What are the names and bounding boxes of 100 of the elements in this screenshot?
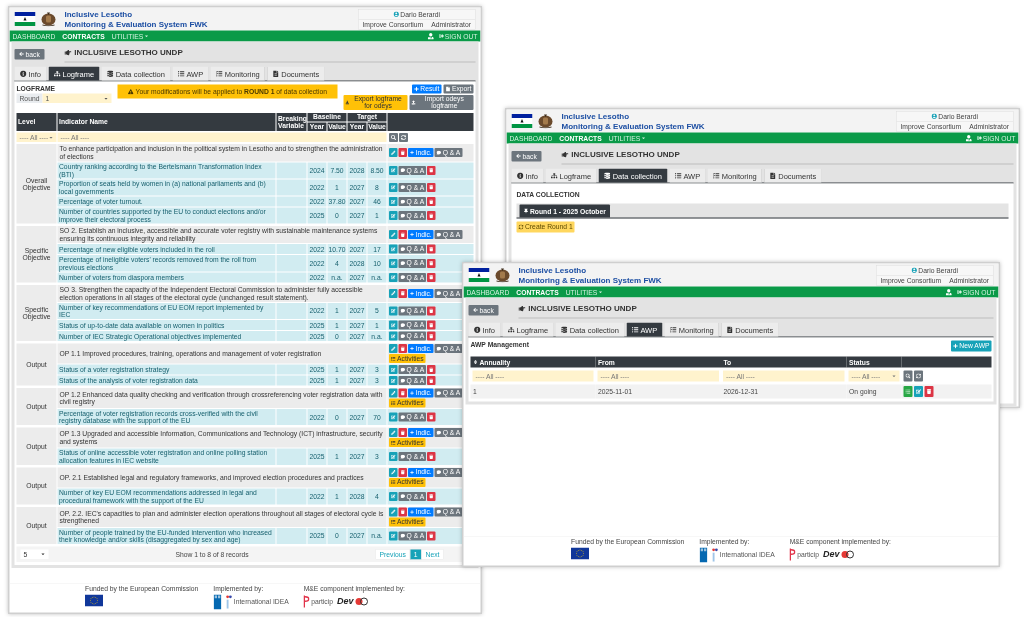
delete-button[interactable] bbox=[427, 272, 436, 282]
comment-icon bbox=[400, 185, 405, 190]
delete-button[interactable] bbox=[427, 165, 436, 175]
pin-icon bbox=[523, 208, 529, 214]
warning-icon bbox=[128, 88, 134, 95]
caret-icon bbox=[891, 373, 897, 379]
table-cell bbox=[276, 448, 307, 465]
app-title: Inclusive Lesotho bbox=[64, 9, 134, 19]
edit-button[interactable] bbox=[389, 165, 398, 175]
edit-icon bbox=[391, 213, 396, 218]
arrow-left-icon bbox=[516, 153, 521, 159]
delete-button[interactable] bbox=[427, 258, 436, 268]
caret-icon bbox=[103, 95, 109, 101]
comment-icon bbox=[436, 150, 442, 155]
delete-button[interactable] bbox=[398, 467, 407, 477]
logo-text: Dev bbox=[336, 596, 354, 607]
delete-button[interactable] bbox=[427, 244, 436, 254]
delete-button[interactable] bbox=[427, 331, 436, 341]
edit-button[interactable] bbox=[389, 507, 398, 517]
delete-button[interactable] bbox=[427, 182, 436, 192]
edit-button[interactable] bbox=[389, 452, 398, 462]
edit-icon bbox=[391, 454, 396, 459]
table-cell bbox=[276, 207, 307, 224]
delete-button[interactable] bbox=[427, 452, 436, 462]
trash-icon bbox=[400, 430, 405, 435]
edit-button[interactable] bbox=[389, 272, 398, 282]
delete-button[interactable] bbox=[427, 320, 436, 330]
flag-icon bbox=[468, 268, 490, 282]
reset-button[interactable] bbox=[914, 370, 923, 382]
app-title: Inclusive Lesotho bbox=[561, 111, 631, 121]
edit-icon bbox=[391, 168, 396, 173]
search-icon bbox=[905, 373, 911, 379]
app-subtitle: Monitoring & Evaluation System FWK bbox=[64, 19, 208, 29]
delete-button[interactable] bbox=[398, 344, 407, 354]
sitemap-icon bbox=[551, 172, 558, 179]
trash-icon bbox=[400, 150, 405, 155]
edit-button[interactable] bbox=[389, 376, 398, 386]
contract-title: INCLUSIVE LESOTHO UNDP bbox=[64, 48, 183, 57]
edit-button[interactable] bbox=[389, 288, 398, 298]
list-icon bbox=[391, 480, 396, 485]
delete-button[interactable] bbox=[427, 531, 436, 541]
edit-button[interactable] bbox=[389, 331, 398, 341]
delete-button[interactable] bbox=[427, 211, 436, 221]
edit-icon bbox=[916, 389, 921, 394]
edit-button[interactable] bbox=[389, 365, 398, 375]
edit-icon bbox=[391, 322, 396, 328]
reset-button[interactable] bbox=[399, 133, 408, 143]
trash-icon bbox=[429, 199, 434, 204]
search-button[interactable] bbox=[903, 370, 913, 382]
edit-button[interactable] bbox=[389, 197, 398, 206]
list-icon bbox=[631, 326, 639, 333]
delete-button[interactable] bbox=[427, 412, 436, 422]
star-flag-icon bbox=[85, 594, 104, 607]
edit-button[interactable] bbox=[389, 230, 398, 240]
edit-button[interactable] bbox=[914, 386, 923, 397]
delete-button[interactable] bbox=[427, 376, 436, 386]
edit-icon bbox=[391, 275, 396, 280]
sitemap-icon bbox=[54, 70, 61, 77]
delete-button[interactable] bbox=[924, 386, 934, 397]
sign-out-icon bbox=[956, 289, 962, 295]
comment-icon bbox=[400, 168, 405, 173]
edit-button[interactable] bbox=[389, 412, 398, 422]
edit-icon bbox=[391, 533, 396, 539]
edit-button[interactable] bbox=[389, 306, 398, 316]
comment-icon bbox=[400, 322, 405, 328]
edit-button[interactable] bbox=[389, 182, 398, 192]
emblem-icon bbox=[537, 113, 554, 129]
edit-button[interactable] bbox=[389, 344, 398, 354]
delete-button[interactable] bbox=[398, 288, 407, 298]
edit-icon bbox=[391, 367, 396, 372]
edit-button[interactable] bbox=[389, 428, 398, 438]
list-icon bbox=[177, 70, 185, 77]
contract-title: INCLUSIVE LESOTHO UNDP bbox=[561, 150, 680, 159]
delete-button[interactable] bbox=[398, 507, 407, 517]
app-subtitle: Monitoring & Evaluation System FWK bbox=[518, 275, 662, 285]
edit-button[interactable] bbox=[389, 388, 398, 398]
edit-button[interactable] bbox=[389, 244, 398, 254]
edit-button[interactable] bbox=[389, 211, 398, 221]
sort-icon bbox=[473, 359, 478, 365]
edit-button[interactable] bbox=[389, 320, 398, 330]
edit-button[interactable] bbox=[389, 258, 398, 268]
comment-icon bbox=[400, 533, 405, 539]
user-icon bbox=[911, 267, 917, 273]
edit-button[interactable] bbox=[389, 148, 398, 158]
delete-button[interactable] bbox=[427, 197, 436, 206]
delete-button[interactable] bbox=[398, 428, 407, 438]
comment-icon bbox=[400, 308, 405, 314]
edit-button[interactable] bbox=[389, 531, 398, 541]
pencil-icon bbox=[391, 232, 396, 237]
search-button[interactable] bbox=[389, 133, 398, 143]
delete-button[interactable] bbox=[427, 306, 436, 316]
dots-icon bbox=[711, 548, 719, 562]
delete-button[interactable] bbox=[398, 388, 407, 398]
delete-button[interactable] bbox=[427, 365, 436, 375]
trash-icon bbox=[400, 470, 405, 475]
delete-button[interactable] bbox=[427, 491, 436, 501]
delete-button[interactable] bbox=[398, 230, 407, 240]
edit-button[interactable] bbox=[389, 467, 398, 477]
delete-button[interactable] bbox=[398, 148, 407, 158]
edit-button[interactable] bbox=[389, 491, 398, 501]
